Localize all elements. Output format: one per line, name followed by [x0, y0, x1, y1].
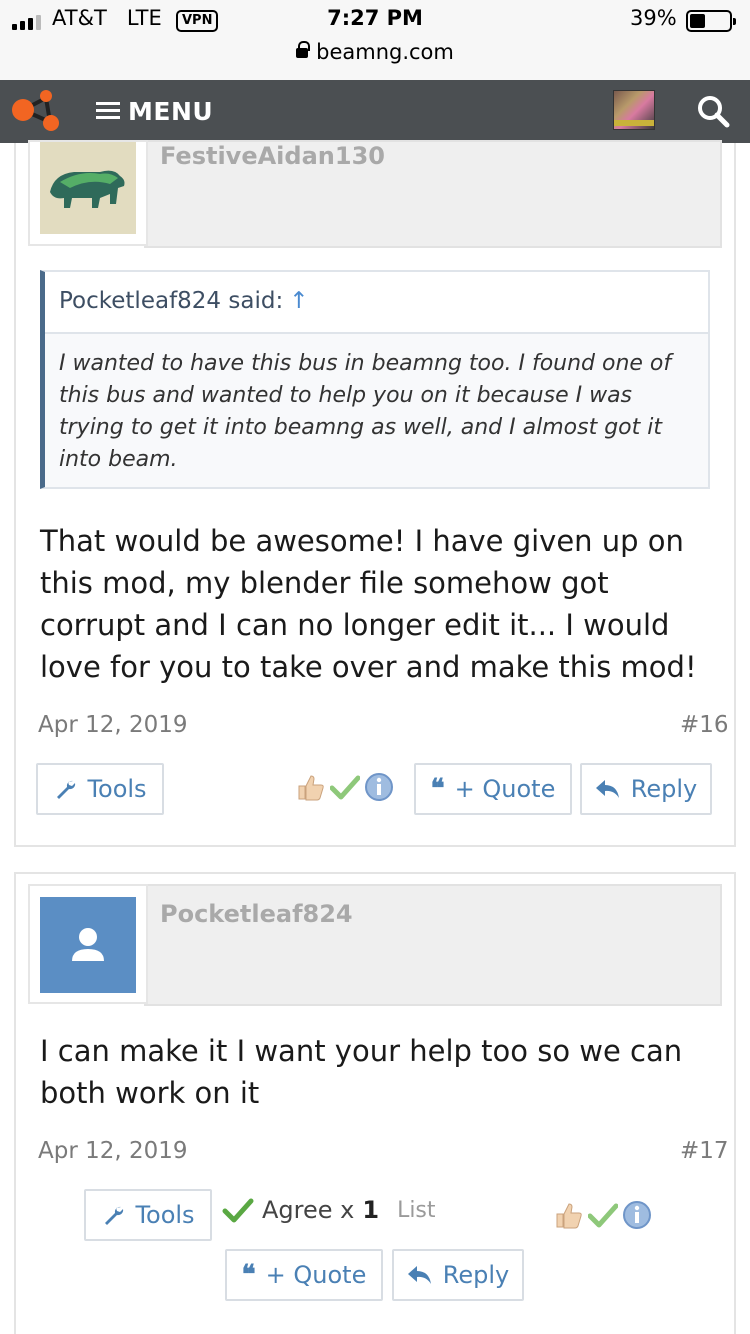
search-icon[interactable]	[696, 94, 730, 128]
wrench-icon	[105, 1206, 124, 1225]
reply-label: Reply	[442, 1261, 510, 1289]
reply-button[interactable]: Reply	[392, 1249, 524, 1301]
user-avatar[interactable]	[613, 90, 655, 130]
post-message: That would be awesome! I have given up o…	[40, 524, 697, 684]
reply-button[interactable]: Reply	[580, 763, 712, 815]
post-date[interactable]: Apr 12, 2019	[38, 712, 188, 738]
agree-label: Agree x	[262, 1196, 355, 1224]
hamburger-icon	[96, 102, 120, 120]
lock-icon	[296, 41, 311, 58]
tools-button[interactable]: Tools	[36, 763, 164, 815]
wrench-icon	[57, 780, 76, 799]
agree-list-link[interactable]: List	[397, 1198, 435, 1223]
agree-count: 1	[362, 1196, 380, 1224]
agree-check-icon[interactable]	[588, 1202, 618, 1228]
post-number[interactable]: #16	[680, 712, 729, 738]
agree-check-icon	[222, 1198, 254, 1223]
reply-arrow-icon	[407, 1266, 431, 1284]
reply-arrow-icon	[595, 780, 619, 798]
post-date[interactable]: Apr 12, 2019	[38, 1138, 188, 1164]
post-number[interactable]: #17	[680, 1138, 729, 1164]
battery-percent: 39%	[630, 6, 677, 30]
post-message: I can make it I want your help too so we…	[40, 1034, 683, 1110]
like-thumb-icon[interactable]	[554, 1200, 584, 1230]
quote-label: + Quote	[454, 775, 556, 803]
post-username[interactable]: FestiveAidan130	[160, 142, 385, 170]
tools-label: Tools	[87, 775, 147, 803]
reaction-icons	[554, 1200, 652, 1230]
quote-header: Pocketleaf824 said: ↑	[45, 272, 708, 334]
url-bar[interactable]: beamng.com	[0, 40, 750, 64]
status-bar: AT&T LTE VPN 7:27 PM beamng.com 39%	[0, 0, 750, 80]
info-icon[interactable]	[364, 772, 394, 802]
jump-arrow-icon: ↑	[289, 288, 309, 314]
tools-label: Tools	[135, 1201, 195, 1229]
agree-summary[interactable]: Agree x 1 List	[222, 1196, 436, 1224]
quote-icon: ❝	[241, 1260, 256, 1290]
info-icon[interactable]	[622, 1200, 652, 1230]
avatar[interactable]	[28, 140, 148, 246]
avatar[interactable]	[28, 884, 148, 1004]
tools-button[interactable]: Tools	[84, 1189, 212, 1241]
menu-label: MENU	[128, 96, 214, 126]
url-text: beamng.com	[316, 40, 454, 64]
post-username[interactable]: Pocketleaf824	[160, 900, 353, 928]
quote-author[interactable]: Pocketleaf824 said: ↑	[59, 288, 308, 314]
reaction-icons	[296, 772, 394, 802]
agree-check-icon[interactable]	[330, 774, 360, 800]
quote-button[interactable]: ❝ + Quote	[414, 763, 572, 815]
quote-button[interactable]: ❝ + Quote	[225, 1249, 383, 1301]
bear-avatar-image	[40, 142, 136, 234]
beamng-logo[interactable]	[10, 88, 62, 134]
default-avatar-image	[40, 897, 136, 993]
quote-icon: ❝	[430, 774, 445, 804]
quote-label: + Quote	[265, 1261, 367, 1289]
quote-text: I wanted to have this bus in beamng too.…	[59, 351, 672, 472]
battery-fill	[690, 14, 705, 28]
reply-label: Reply	[630, 775, 698, 803]
battery-icon	[686, 10, 736, 32]
quote-block: Pocketleaf824 said: ↑ I wanted to have th…	[40, 270, 710, 489]
post-card	[14, 143, 736, 847]
like-thumb-icon[interactable]	[296, 772, 326, 802]
menu-button[interactable]: MENU	[96, 92, 213, 130]
